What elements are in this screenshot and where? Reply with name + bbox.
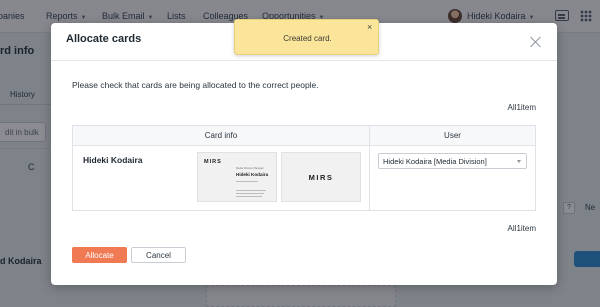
card-text-line — [236, 190, 266, 191]
column-header-card-info: Card info — [72, 125, 370, 146]
instruction-text: Please check that cards are being alloca… — [72, 80, 319, 90]
card-person-name: Hideki Kodaira — [236, 172, 269, 177]
card-front-image[interactable]: MIRS Media Division Manager Hideki Kodai… — [197, 152, 277, 202]
chevron-down-icon — [517, 160, 521, 163]
person-name: Hideki Kodaira — [83, 155, 143, 165]
dialog-title: Allocate cards — [66, 33, 142, 45]
card-logo: MIRS — [308, 173, 334, 182]
card-back-image[interactable]: MIRS — [281, 152, 361, 202]
close-icon[interactable] — [528, 34, 544, 50]
card-logo: MIRS — [204, 159, 222, 165]
item-count: All1item — [507, 103, 536, 112]
toast-notification: × Created card. — [234, 19, 379, 55]
card-text-line — [236, 181, 258, 182]
allocate-button[interactable]: Allocate — [72, 247, 127, 263]
user-select-value: Hideki Kodaira [Media Division] — [383, 157, 487, 166]
toast-message: Created card. — [283, 34, 332, 43]
column-header-user: User — [369, 125, 536, 146]
user-select[interactable]: Hideki Kodaira [Media Division] — [378, 153, 527, 169]
card-job-title: Media Division Manager — [236, 167, 264, 170]
cancel-button[interactable]: Cancel — [131, 247, 186, 263]
card-text-line — [236, 193, 264, 194]
table-header-row: Card info User — [72, 125, 536, 146]
close-icon[interactable]: × — [367, 23, 372, 32]
item-count-bottom: All1item — [507, 224, 536, 233]
card-text-line — [236, 196, 262, 197]
person-cell: Hideki Kodaira — [72, 145, 183, 211]
allocate-cards-dialog: Allocate cards Please check that cards a… — [51, 23, 557, 285]
